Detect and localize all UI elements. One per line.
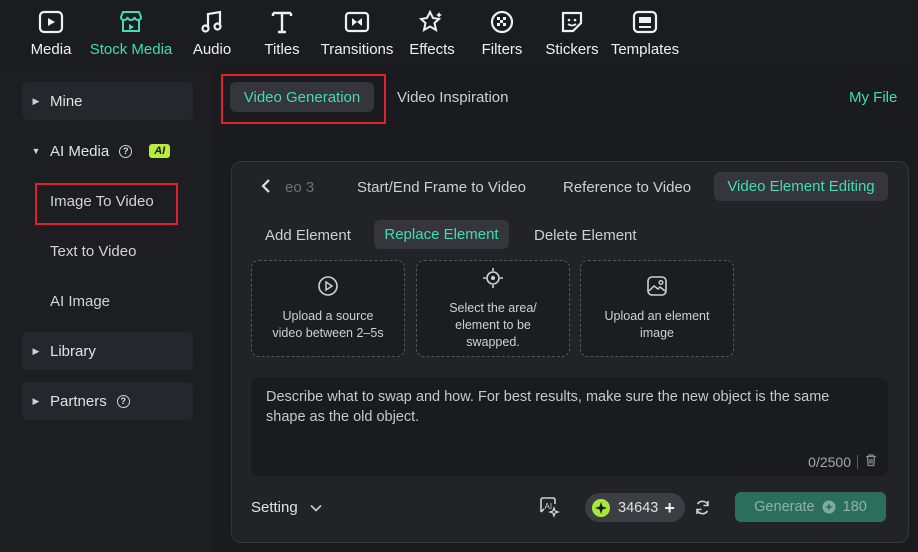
help-icon[interactable]: ? [116, 394, 130, 408]
toolbar-titles-label: Titles [264, 41, 300, 58]
toolbar-audio-label: Audio [192, 41, 232, 58]
highlight-box [221, 74, 386, 124]
divider [857, 454, 858, 469]
toolbar-stickers[interactable]: Stickers [545, 8, 599, 64]
toolbar-transitions-label: Transitions [320, 41, 394, 58]
toolbar-templates[interactable]: Templates [610, 8, 680, 64]
sidebar-item-library-label: Library [50, 342, 96, 360]
toolbar-effects-label: Effects [409, 41, 455, 58]
tab-video-inspiration[interactable]: Video Inspiration [397, 89, 508, 106]
caret-right-icon: ▶ [32, 395, 40, 406]
tab-video-element-editing[interactable]: Video Element Editing [714, 172, 888, 201]
play-circle-icon [317, 275, 339, 302]
prompt-placeholder: Describe what to swap and how. For best … [266, 389, 830, 425]
generate-cost: 180 [842, 499, 867, 515]
sidebar-item-library[interactable]: ▶ Library [22, 332, 193, 370]
toolbar-media-label: Media [30, 41, 72, 58]
toolbar-filters[interactable]: Filters [482, 8, 522, 64]
tab-mode-truncated[interactable]: eo 3 [285, 179, 314, 196]
tab-start-end-frame[interactable]: Start/End Frame to Video [357, 179, 526, 196]
generate-button[interactable]: Generate 180 [735, 492, 886, 522]
top-toolbar: Media Stock Media Audio Titles Transitio… [0, 0, 918, 70]
image-icon [646, 275, 668, 302]
svg-text:AI: AI [545, 502, 553, 511]
sticker-icon [558, 8, 586, 36]
sidebar-item-mine[interactable]: ▶ Mine [22, 82, 193, 120]
effects-icon [418, 8, 446, 36]
toolbar-filters-label: Filters [481, 41, 523, 58]
target-icon [482, 267, 504, 294]
upload-element-image-text: Upload an element image [604, 309, 710, 340]
toolbar-templates-label: Templates [610, 41, 680, 58]
toolbar-stock-media-label: Stock Media [89, 41, 173, 58]
upload-element-image-card[interactable]: Upload an element image [580, 260, 734, 357]
upload-source-video-text: Upload a source video between 2–5s [272, 309, 384, 340]
toolbar-titles[interactable]: Titles [264, 8, 300, 64]
sidebar-item-partners-label: Partners [50, 392, 107, 410]
music-note-icon [198, 8, 226, 36]
tab-reference-to-video[interactable]: Reference to Video [563, 179, 691, 196]
sidebar-item-ai-media[interactable]: ▼ AI Media ? AI [22, 132, 193, 170]
ai-badge: AI [149, 144, 171, 158]
credits-count: 34643 [618, 499, 659, 516]
chevron-down-icon [310, 499, 322, 516]
sidebar-item-partners[interactable]: ▶ Partners ? [22, 382, 193, 420]
help-icon[interactable]: ? [119, 144, 133, 158]
sidebar-item-ai-image[interactable]: AI Image [50, 293, 110, 310]
toolbar-stickers-label: Stickers [545, 41, 599, 58]
sidebar-item-text-to-video[interactable]: Text to Video [50, 243, 136, 260]
template-icon [631, 8, 659, 36]
caret-right-icon: ▶ [32, 95, 40, 106]
toolbar-media[interactable]: Media [30, 8, 72, 64]
transition-icon [343, 8, 371, 36]
caret-down-icon: ▼ [31, 146, 41, 156]
caret-right-icon: ▶ [32, 345, 40, 356]
char-counter: 0/2500 [808, 453, 878, 470]
trash-icon[interactable] [864, 453, 878, 470]
ai-prompt-icon[interactable]: AI [537, 495, 561, 524]
filter-icon [488, 8, 516, 36]
sidebar-item-mine-label: Mine [50, 92, 83, 110]
sidebar-item-ai-media-label: AI Media [50, 142, 110, 160]
my-file-link[interactable]: My File [849, 89, 897, 106]
toolbar-audio[interactable]: Audio [192, 8, 232, 64]
upload-source-video-card[interactable]: Upload a source video between 2–5s [251, 260, 405, 357]
media-icon [37, 8, 65, 36]
toolbar-stock-media[interactable]: Stock Media [90, 8, 172, 64]
tab-delete-element[interactable]: Delete Element [534, 227, 637, 244]
text-t-icon [268, 8, 296, 36]
credits-badge[interactable]: 34643 + [585, 493, 685, 522]
generate-label: Generate [754, 499, 815, 515]
refresh-icon[interactable] [694, 499, 711, 521]
tab-replace-element[interactable]: Replace Element [374, 220, 509, 249]
stock-media-icon [117, 8, 145, 36]
select-area-text: Select the area/ element to be swapped. [449, 300, 537, 349]
highlight-box [35, 183, 178, 225]
prompt-textarea[interactable]: Describe what to swap and how. For best … [251, 377, 888, 476]
plus-icon[interactable]: + [664, 499, 675, 517]
select-area-card[interactable]: Select the area/ element to be swapped. [416, 260, 570, 357]
tab-add-element[interactable]: Add Element [265, 227, 351, 244]
setting-dropdown[interactable]: Setting [251, 499, 322, 516]
toolbar-transitions[interactable]: Transitions [320, 8, 394, 64]
credit-coin-icon [822, 500, 836, 514]
toolbar-effects[interactable]: Effects [409, 8, 455, 64]
chevron-left-icon[interactable] [260, 179, 272, 197]
credit-coin-icon [591, 498, 611, 518]
setting-label: Setting [251, 499, 298, 516]
char-count-text: 0/2500 [808, 453, 851, 470]
